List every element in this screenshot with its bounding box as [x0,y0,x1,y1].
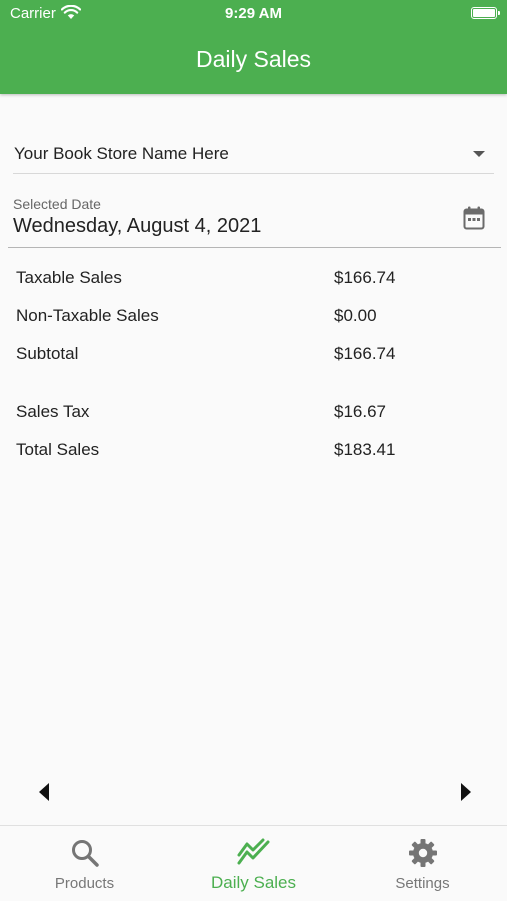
total-sales-value: $183.41 [334,440,396,459]
dropdown-arrow-icon [473,151,485,157]
sales-tax-value: $16.67 [334,402,386,421]
subtotal-value: $166.74 [334,344,396,363]
total-sales-label: Total Sales [16,440,100,459]
store-dropdown[interactable]: Your Book Store Name Here [13,138,494,174]
store-dropdown-value: Your Book Store Name Here [14,144,229,163]
gear-icon [408,839,437,867]
total-sales-row: Total Sales $183.41 [16,438,486,462]
selected-date-value: Wednesday, August 4, 2021 [13,215,262,237]
tab-products[interactable]: Products [0,826,169,901]
taxable-sales-value: $166.74 [334,268,396,287]
battery-icon [471,7,500,19]
taxable-sales-label: Taxable Sales [16,268,122,287]
tab-daily-sales-label: Daily Sales [210,873,297,892]
trending-icon [237,838,269,865]
next-day-button[interactable] [452,776,482,808]
tab-settings[interactable]: Settings [338,826,507,901]
non-taxable-sales-value: $0.00 [334,306,377,325]
previous-day-button[interactable] [30,776,60,808]
search-icon [71,840,99,867]
status-bar: Carrier 9:29 AM [0,0,507,28]
tab-daily-sales[interactable]: Daily Sales [169,826,338,901]
selected-date-label: Selected Date [13,196,101,212]
sales-tax-label: Sales Tax [16,402,90,421]
arrow-left-icon [39,783,49,801]
selected-date-field[interactable]: Selected Date Wednesday, August 4, 2021 [8,190,501,248]
subtotal-row: Subtotal $166.74 [16,342,486,366]
app-header: Carrier 9:29 AM Daily Sales [0,0,507,94]
calendar-icon[interactable] [463,206,485,230]
status-time: 9:29 AM [225,5,282,22]
bottom-tab-bar: Products Daily Sales Settings [0,825,507,901]
page-title: Daily Sales [195,46,312,72]
tab-settings-label: Settings [395,875,450,892]
arrow-right-icon [461,783,471,801]
non-taxable-sales-label: Non-Taxable Sales [16,306,159,325]
tab-products-label: Products [54,875,115,892]
subtotal-label: Subtotal [16,344,79,363]
non-taxable-sales-row: Non-Taxable Sales $0.00 [16,304,486,328]
taxable-sales-row: Taxable Sales $166.74 [16,266,486,290]
sales-tax-row: Sales Tax $16.67 [16,400,486,424]
